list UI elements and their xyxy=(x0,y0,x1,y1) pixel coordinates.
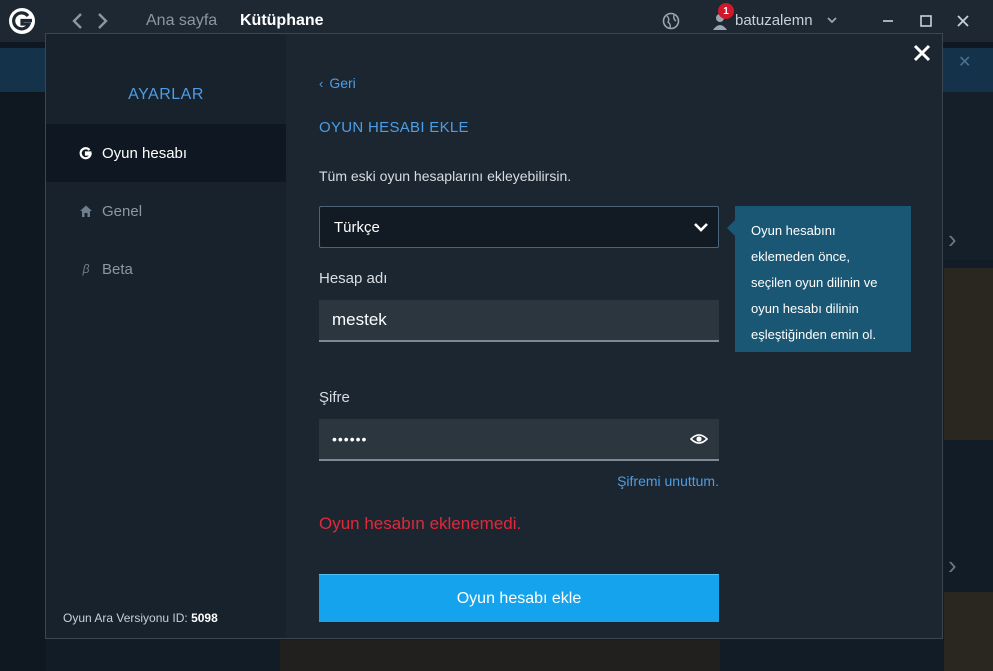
password-label: Şifre xyxy=(319,389,350,406)
background-game-tile[interactable] xyxy=(280,640,720,671)
error-message: Oyun hesabın eklenemedi. xyxy=(319,514,522,533)
gameforge-logo-icon xyxy=(79,146,93,160)
banner-close-icon[interactable]: ✕ xyxy=(958,52,971,72)
language-tooltip: Oyun hesabını eklemeden önce, seçilen oy… xyxy=(727,206,911,352)
notification-badge[interactable]: 1 xyxy=(718,3,734,19)
sidebar-item-general[interactable]: Genel xyxy=(46,182,286,240)
chevron-down-icon xyxy=(694,223,708,232)
add-game-account-button[interactable]: Oyun hesabı ekle xyxy=(319,574,719,622)
nav-library[interactable]: Kütüphane xyxy=(240,12,324,30)
sidebar-item-label: Oyun hesabı xyxy=(102,144,188,162)
language-select[interactable]: Türkçe xyxy=(319,206,719,248)
background-game-tile[interactable] xyxy=(944,592,993,671)
close-icon[interactable] xyxy=(909,40,935,66)
account-name-label: Hesap adı xyxy=(319,270,388,287)
tooltip-line: seçilen oyun dilinin ve xyxy=(751,275,878,290)
back-link[interactable]: ‹ Geri xyxy=(319,75,356,91)
background-sidebar xyxy=(0,92,46,671)
version-id: 5098 xyxy=(191,611,218,625)
page-title: OYUN HESABI EKLE xyxy=(319,119,469,136)
back-label: Geri xyxy=(329,75,356,91)
settings-sidebar: AYARLAR Oyun hesabı Genel β Beta Oyun Ar… xyxy=(46,34,286,638)
chevron-left-icon[interactable] xyxy=(70,11,86,31)
eye-icon[interactable] xyxy=(690,432,708,446)
password-input[interactable]: •••••• xyxy=(319,419,719,461)
sidebar-item-label: Genel xyxy=(102,202,143,220)
settings-title: AYARLAR xyxy=(128,86,204,103)
chevron-left-icon: ‹ xyxy=(319,76,324,91)
username[interactable]: batuzalemn xyxy=(735,12,813,29)
tooltip-line: oyun hesabı dilinin xyxy=(751,301,859,316)
sidebar-item-beta[interactable]: β Beta xyxy=(46,240,286,298)
home-icon xyxy=(79,204,93,218)
version-label: Oyun Ara Versiyonu ID: xyxy=(63,611,188,625)
background-game-tile[interactable] xyxy=(944,268,993,440)
globe-icon[interactable] xyxy=(662,12,680,30)
chevron-right-icon[interactable] xyxy=(94,11,110,31)
minimize-icon[interactable] xyxy=(877,10,899,32)
page-description: Tüm eski oyun hesaplarını ekleyebilirsin… xyxy=(319,168,572,184)
carousel-next-icon[interactable]: › xyxy=(948,224,957,255)
tooltip-line: eklemeden önce, xyxy=(751,249,851,264)
settings-modal: AYARLAR Oyun hesabı Genel β Beta Oyun Ar… xyxy=(45,33,943,639)
account-name-input[interactable]: mestek xyxy=(319,300,719,342)
gameforge-logo-icon[interactable] xyxy=(8,7,36,35)
tooltip-line: eşleştiğinden emin ol. xyxy=(751,327,877,342)
chevron-down-icon[interactable] xyxy=(826,15,838,25)
nav-home[interactable]: Ana sayfa xyxy=(146,12,217,30)
sidebar-item-game-account[interactable]: Oyun hesabı xyxy=(46,124,286,182)
settings-content: ‹ Geri OYUN HESABI EKLE Tüm eski oyun hes… xyxy=(287,34,942,638)
language-select-value: Türkçe xyxy=(334,218,380,236)
maximize-icon[interactable] xyxy=(915,10,937,32)
password-value: •••••• xyxy=(332,431,368,447)
close-icon[interactable] xyxy=(952,10,974,32)
beta-icon: β xyxy=(82,262,90,276)
tooltip-line: Oyun hesabını xyxy=(751,223,836,238)
account-name-value: mestek xyxy=(332,310,387,329)
version-info: Oyun Ara Versiyonu ID: 5098 xyxy=(63,611,218,625)
sidebar-item-label: Beta xyxy=(102,260,133,278)
carousel-next-icon[interactable]: › xyxy=(948,550,957,581)
forgot-password-link[interactable]: Şifremi unuttum. xyxy=(609,473,719,489)
